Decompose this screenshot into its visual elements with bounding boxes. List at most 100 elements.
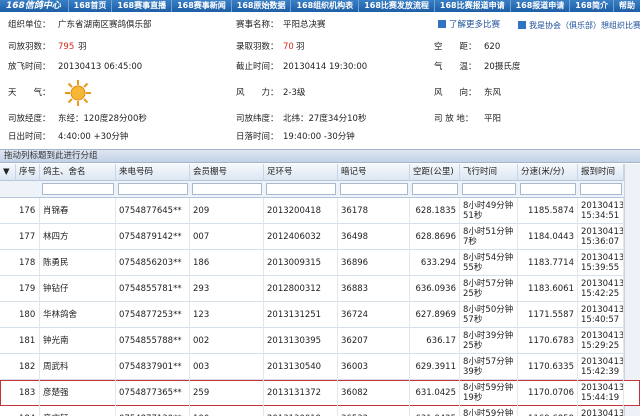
race-info-panel: 组织单位： 广东省湖南区赛鸽俱乐部 赛事名称： 平阳总决赛 了解更多比赛 司放羽… <box>0 12 640 147</box>
cell-ring-no: 2013130019 <box>264 406 338 416</box>
cell-arrival: 20130413 15:29:25 <box>578 328 624 354</box>
header-phone[interactable]: 来电号码 <box>116 164 190 181</box>
nav-item-raw-data[interactable]: 168原始数据 <box>230 0 291 12</box>
cell-speed: 1171.5587 <box>518 302 578 328</box>
nav-item-race-process[interactable]: 168比赛发放流程 <box>358 0 434 12</box>
filter-mark-input[interactable] <box>340 183 408 195</box>
filter-owner-input[interactable] <box>42 183 114 195</box>
header-seq[interactable]: 序号 <box>16 164 40 181</box>
site-logo[interactable]: 168信鸽中心 <box>0 0 68 12</box>
distance-label: 空 距： <box>434 42 477 52</box>
nav-item-help[interactable]: 帮助 <box>613 0 640 12</box>
cell-owner: 华林鸽舍 <box>40 302 116 328</box>
cell-distance: 628.8696 <box>410 224 460 250</box>
deadline-label: 截止时间： <box>236 62 279 72</box>
group-by-drop-area[interactable]: 拖动列标题到此进行分组 <box>0 149 640 163</box>
table-row[interactable]: 180 华林鸽舍 0754877253** 123 2013131251 36724 627… <box>0 302 640 328</box>
cell-flight-time: 8小时49分钟51秒 <box>460 198 518 224</box>
deadline-value: 20130414 19:30:00 <box>283 62 368 72</box>
cell-member-no: 002 <box>190 328 264 354</box>
cell-seq: 178 <box>16 250 40 276</box>
filter-member-input[interactable] <box>192 183 262 195</box>
table-row[interactable]: 179 钟钻仔 0754855781** 293 2012800312 36883 636.… <box>0 276 640 302</box>
entries-value: 795 <box>58 42 75 52</box>
cell-distance: 636.17 <box>410 328 460 354</box>
ranked-value: 70 <box>283 42 294 52</box>
filter-distance-input[interactable] <box>412 183 458 195</box>
cell-phone: 0754855788** <box>116 328 190 354</box>
race-label: 赛事名称： <box>236 20 279 30</box>
cell-seq: 180 <box>16 302 40 328</box>
nav-item-news[interactable]: 168赛事新闻 <box>171 0 231 12</box>
org-label: 组织单位： <box>8 20 51 30</box>
cell-member-no: 100 <box>190 406 264 416</box>
winddir-label: 风 向： <box>434 88 477 98</box>
header-speed[interactable]: 分速(米/分) <box>518 164 578 181</box>
header-checkbox-col[interactable]: ▼ <box>0 164 16 181</box>
header-arrival[interactable]: 报到时间 <box>578 164 624 181</box>
table-row[interactable]: 183 彦楚强 0754877365** 259 2013131372 36082 631.… <box>0 380 640 406</box>
filter-speed-input[interactable] <box>520 183 576 195</box>
distance-value: 620 <box>484 42 501 52</box>
nav-item-race-report[interactable]: 168比赛报道申请 <box>433 0 510 12</box>
site-label: 司 放 地： <box>434 114 474 124</box>
cell-member-no: 007 <box>190 224 264 250</box>
cell-flight-time: 8小时54分钟55秒 <box>460 250 518 276</box>
header-distance[interactable]: 空距(公里) <box>410 164 460 181</box>
header-ring-no[interactable]: 足环号 <box>264 164 338 181</box>
cell-distance: 631.0425 <box>410 406 460 416</box>
header-mark-no[interactable]: 暗记号 <box>338 164 410 181</box>
lat-value: 北纬：27度34分10秒 <box>283 114 367 124</box>
entries-unit: 羽 <box>78 42 87 52</box>
header-owner[interactable]: 鸽主、舍名 <box>40 164 116 181</box>
cell-ring-no: 2012800312 <box>264 276 338 302</box>
cell-phone: 0754877253** <box>116 302 190 328</box>
table-row[interactable]: 178 陈勇民 0754856203** 186 2013009315 36896 633.… <box>0 250 640 276</box>
header-member-no[interactable]: 会员棚号 <box>190 164 264 181</box>
filter-flight-input[interactable] <box>462 183 516 195</box>
filter-ring-input[interactable] <box>266 183 336 195</box>
more-races-link[interactable]: 了解更多比赛 <box>438 18 500 30</box>
cell-flight-time: 8小时39分钟25秒 <box>460 328 518 354</box>
cell-owner: 林四方 <box>40 224 116 250</box>
nav-item-live[interactable]: 168赛事直播 <box>111 0 171 12</box>
filter-phone-input[interactable] <box>118 183 188 195</box>
lon-value: 东经：120度28分00秒 <box>58 114 147 124</box>
cell-distance: 636.0936 <box>410 276 460 302</box>
nav-item-report-apply[interactable]: 168报道申请 <box>509 0 570 12</box>
cell-arrival: 20130413 15:39:55 <box>578 250 624 276</box>
nav-item-about[interactable]: 168简介 <box>569 0 613 12</box>
cell-speed: 1169.6859 <box>518 406 578 416</box>
ranked-unit: 羽 <box>296 42 305 52</box>
cell-flight-time: 8小时50分钟57秒 <box>460 302 518 328</box>
organize-race-link[interactable]: 我是协会（俱乐部）想组织比赛 <box>518 20 640 31</box>
cell-distance: 633.294 <box>410 250 460 276</box>
table-row[interactable]: 176 肖锦春 0754877645** 209 2013200418 36178 628.… <box>0 198 640 224</box>
cell-seq: 182 <box>16 354 40 380</box>
cell-owner: 钟光南 <box>40 328 116 354</box>
lon-label: 司放经度： <box>8 114 51 124</box>
cell-mark-no: 36532 <box>338 406 410 416</box>
wind-value: 2-3级 <box>283 88 306 98</box>
filter-arrival-input[interactable] <box>580 183 622 195</box>
table-row[interactable]: 181 钟光南 0754855788** 002 2013130395 36207 636.… <box>0 328 640 354</box>
table-row[interactable]: 177 林四方 0754879142** 007 2012406032 36498 628.… <box>0 224 640 250</box>
nav-item-org-table[interactable]: 168组织机构表 <box>290 0 358 12</box>
table-scrollbar[interactable] <box>624 164 640 416</box>
cell-phone: 0754877645** <box>116 198 190 224</box>
cell-mark-no: 36082 <box>338 380 410 406</box>
nav-item-home[interactable]: 168首页 <box>67 0 112 12</box>
cell-seq: 179 <box>16 276 40 302</box>
sunny-weather-icon <box>65 80 91 106</box>
cell-ring-no: 2013009315 <box>264 250 338 276</box>
cell-speed: 1183.7714 <box>518 250 578 276</box>
cell-phone: 0754879142** <box>116 224 190 250</box>
header-flight-time[interactable]: 飞行时间 <box>460 164 518 181</box>
weather-label: 天 气： <box>8 88 51 98</box>
cell-flight-time: 8小时59分钟19秒 <box>460 380 518 406</box>
entries-label: 司放羽数： <box>8 42 51 52</box>
table-row[interactable]: 184彦庆轩0754877130**100201313001936532631.… <box>0 406 640 416</box>
cell-flight-time: 8小时57分钟25秒 <box>460 276 518 302</box>
table-row[interactable]: 182 周武科 0754837901** 003 2013130540 36003 629.… <box>0 354 640 380</box>
cell-speed: 1185.5874 <box>518 198 578 224</box>
